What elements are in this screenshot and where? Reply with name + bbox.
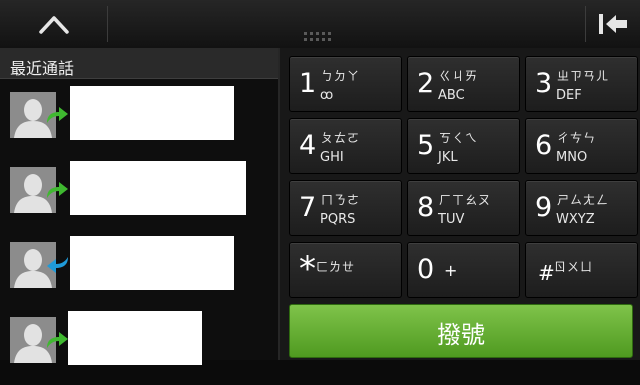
dialpad-key-8[interactable]: 8 ㄏㄒㄠㄡ TUV [407, 180, 520, 236]
dialpad-key-3[interactable]: 3 ㄓㄗㄢㄦ DEF [525, 56, 638, 112]
call-button[interactable]: 撥號 [289, 304, 633, 358]
dialpad-key-0[interactable]: 0 + [407, 242, 520, 298]
backspace-icon [599, 14, 627, 34]
key-zhuyin: ㄕㄙㄤㄥ [557, 193, 610, 207]
recent-calls-title: 最近通話 [10, 59, 75, 78]
dialpad-key-7[interactable]: 7 ㄇㄋㄜ PQRS [289, 180, 402, 236]
dialpad-key-4[interactable]: 4 ㄆㄊㄛ GHI [289, 118, 402, 174]
dialpad-key-9[interactable]: 9 ㄕㄙㄤㄥ WXYZ [525, 180, 638, 236]
key-digit: * [299, 249, 316, 289]
call-log-row[interactable] [0, 311, 278, 385]
key-digit: 7 [299, 192, 317, 223]
key-zhuyin: ㄎㄑㄟ [439, 131, 479, 145]
key-letters: PQRS [320, 212, 356, 227]
key-letters: ABC [438, 88, 465, 103]
key-digit: 0 [417, 254, 435, 285]
call-log-row[interactable] [0, 161, 278, 235]
voicemail-icon: ꝏ [320, 88, 334, 103]
key-digit: 9 [535, 192, 553, 223]
key-zhuyin: ㄓㄗㄢㄦ [557, 69, 610, 83]
key-digit: 4 [299, 130, 317, 161]
outgoing-call-icon [47, 332, 68, 348]
delete-button[interactable] [585, 0, 640, 48]
key-zhuyin: ㄇㄋㄜ [321, 193, 361, 207]
key-digit: 1 [299, 68, 317, 99]
key-zhuyin: ㄆㄊㄛ [321, 131, 361, 145]
dialpad-key-1[interactable]: 1 ㄅㄉㄚ ꝏ [289, 56, 402, 112]
key-letters: MNO [556, 150, 588, 165]
key-letters: JKL [438, 150, 458, 165]
collapse-button[interactable] [0, 0, 107, 48]
key-zhuyin: ㄖㄨㄩ [554, 260, 594, 274]
outgoing-call-icon [47, 107, 68, 123]
key-letters: DEF [556, 88, 582, 103]
call-button-label: 撥號 [437, 321, 485, 349]
recent-calls-panel: 最近通話 [0, 48, 278, 365]
key-digit: 6 [535, 130, 553, 161]
key-zhuyin: ㄍㄐㄞ [439, 69, 479, 83]
key-digit: # [538, 261, 555, 285]
key-zhuyin: ㄏㄒㄠㄡ [439, 193, 492, 207]
dialpad-key-6[interactable]: 6 ㄔㄘㄣ MNO [525, 118, 638, 174]
contact-info-redacted [70, 161, 246, 215]
key-digit: 2 [417, 68, 435, 99]
dialpad-key-hash[interactable]: # ㄖㄨㄩ [525, 242, 638, 298]
drag-handle[interactable] [302, 31, 336, 43]
key-zhuyin: ㄅㄉㄚ [321, 69, 361, 83]
key-digit: 8 [417, 192, 435, 223]
key-letters: TUV [438, 212, 465, 227]
key-zhuyin: ㄈㄌㄝ [316, 260, 356, 274]
dialpad-key-2[interactable]: 2 ㄍㄐㄞ ABC [407, 56, 520, 112]
call-log-row[interactable] [0, 236, 278, 310]
outgoing-call-icon [47, 182, 68, 198]
recent-calls-header: 最近通話 [0, 48, 278, 79]
call-log-row[interactable] [0, 86, 278, 160]
dialpad-key-5[interactable]: 5 ㄎㄑㄟ JKL [407, 118, 520, 174]
key-letters: GHI [320, 150, 344, 165]
key-plus: + [444, 261, 458, 280]
topbar-divider [107, 6, 108, 42]
dialpad-key-star[interactable]: * ㄈㄌㄝ [289, 242, 402, 298]
contact-info-redacted [70, 236, 234, 290]
chevron-up-icon [39, 16, 69, 34]
contact-info-redacted [70, 86, 234, 140]
key-zhuyin: ㄔㄘㄣ [557, 131, 597, 145]
incoming-call-icon [47, 257, 68, 273]
key-letters: WXYZ [556, 212, 595, 227]
contact-info-redacted [68, 311, 202, 365]
key-digit: 3 [535, 68, 553, 99]
key-digit: 5 [417, 130, 435, 161]
